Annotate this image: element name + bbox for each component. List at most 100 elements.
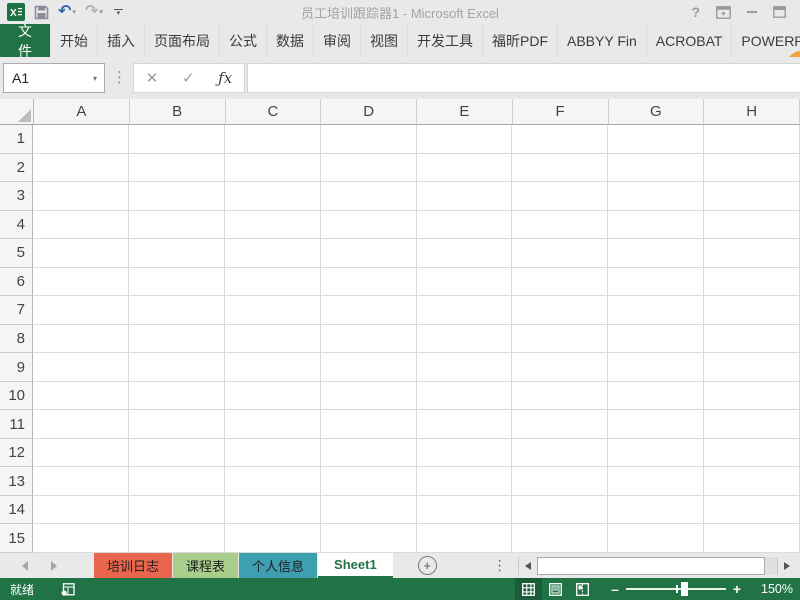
- cell[interactable]: [128, 125, 225, 154]
- ribbon-tab[interactable]: ACROBAT: [647, 24, 733, 57]
- cell[interactable]: [608, 524, 705, 553]
- save-icon[interactable]: [34, 5, 49, 20]
- scroll-left-button[interactable]: [519, 557, 537, 575]
- cell[interactable]: [608, 381, 705, 411]
- redo-button[interactable]: ↷ ▾: [85, 4, 103, 20]
- cell[interactable]: [128, 495, 225, 525]
- enter-icon[interactable]: ✓: [182, 69, 195, 87]
- row-header[interactable]: 10: [0, 381, 33, 411]
- cell[interactable]: [224, 210, 321, 240]
- cell[interactable]: [416, 410, 513, 439]
- cell[interactable]: [33, 410, 129, 439]
- page-layout-view-button[interactable]: [542, 578, 569, 600]
- zoom-out-button[interactable]: –: [608, 581, 622, 597]
- cell[interactable]: [33, 153, 129, 183]
- cell[interactable]: [416, 210, 513, 240]
- help-icon[interactable]: ?: [691, 4, 700, 20]
- cell[interactable]: [33, 324, 129, 354]
- sheet-tab[interactable]: 培训日志: [94, 553, 173, 578]
- cell[interactable]: [128, 296, 225, 325]
- cell[interactable]: [608, 296, 705, 325]
- name-box[interactable]: A1 ▾: [3, 63, 105, 93]
- cell[interactable]: [608, 239, 705, 268]
- cell[interactable]: [704, 524, 800, 553]
- cell[interactable]: [128, 324, 225, 354]
- cell[interactable]: [224, 296, 321, 325]
- cell[interactable]: [224, 381, 321, 411]
- select-all-button[interactable]: [0, 99, 34, 125]
- cell[interactable]: [33, 495, 129, 525]
- cell[interactable]: [320, 381, 417, 411]
- cell[interactable]: [608, 410, 705, 439]
- cell[interactable]: [128, 182, 225, 211]
- macro-record-icon[interactable]: [61, 582, 75, 596]
- column-header[interactable]: A: [34, 99, 130, 125]
- row-header[interactable]: 3: [0, 182, 33, 211]
- sheet-prev-icon[interactable]: [22, 560, 28, 571]
- cell[interactable]: [512, 210, 609, 240]
- cell[interactable]: [608, 324, 705, 354]
- ribbon-tab[interactable]: ABBYY Fin: [558, 24, 647, 57]
- cell[interactable]: [320, 267, 417, 297]
- maximize-icon[interactable]: [773, 6, 786, 18]
- normal-view-button[interactable]: [515, 578, 542, 600]
- zoom-slider[interactable]: [626, 578, 726, 600]
- cell[interactable]: [512, 125, 609, 154]
- cell[interactable]: [512, 182, 609, 211]
- row-header[interactable]: 8: [0, 324, 33, 354]
- cell[interactable]: [608, 153, 705, 183]
- cell[interactable]: [33, 467, 129, 496]
- cell[interactable]: [416, 381, 513, 411]
- cell[interactable]: [416, 353, 513, 382]
- column-header[interactable]: C: [225, 99, 322, 125]
- cell[interactable]: [33, 239, 129, 268]
- row-header[interactable]: 6: [0, 267, 33, 297]
- cell[interactable]: [224, 267, 321, 297]
- cell[interactable]: [33, 296, 129, 325]
- cell[interactable]: [33, 381, 129, 411]
- ribbon-tab[interactable]: 公式: [220, 24, 267, 57]
- cell[interactable]: [704, 125, 800, 154]
- name-box-dropdown-icon[interactable]: ▾: [93, 74, 104, 83]
- cell[interactable]: [33, 182, 129, 211]
- cell[interactable]: [704, 324, 800, 354]
- cell[interactable]: [320, 125, 417, 154]
- new-sheet-button[interactable]: +: [417, 556, 437, 575]
- ribbon-tab[interactable]: POWERPI: [732, 24, 800, 57]
- ribbon-display-options-icon[interactable]: [716, 5, 731, 19]
- tab-file[interactable]: 文件: [0, 24, 50, 57]
- customize-qat-icon[interactable]: ▾: [113, 8, 123, 17]
- cell[interactable]: [704, 410, 800, 439]
- cell[interactable]: [704, 153, 800, 183]
- cell[interactable]: [320, 438, 417, 468]
- cell[interactable]: [33, 438, 129, 468]
- horizontal-scrollbar-thumb[interactable]: [536, 556, 765, 575]
- formula-input[interactable]: [247, 63, 800, 93]
- cell[interactable]: [320, 153, 417, 183]
- zoom-in-button[interactable]: +: [730, 581, 744, 597]
- cell[interactable]: [128, 239, 225, 268]
- row-header[interactable]: 9: [0, 353, 33, 382]
- cell[interactable]: [512, 524, 609, 553]
- cell[interactable]: [704, 381, 800, 411]
- cell[interactable]: [320, 239, 417, 268]
- cell[interactable]: [320, 210, 417, 240]
- cell[interactable]: [224, 125, 321, 154]
- cell[interactable]: [608, 267, 705, 297]
- cell[interactable]: [320, 324, 417, 354]
- cell[interactable]: [128, 353, 225, 382]
- row-header[interactable]: 12: [0, 438, 33, 468]
- cell[interactable]: [33, 524, 129, 553]
- cell[interactable]: [704, 467, 800, 496]
- cancel-icon[interactable]: ✕: [146, 69, 159, 87]
- cell[interactable]: [512, 410, 609, 439]
- cell[interactable]: [704, 239, 800, 268]
- cell[interactable]: [512, 153, 609, 183]
- cell[interactable]: [128, 210, 225, 240]
- cell[interactable]: [704, 353, 800, 382]
- cell[interactable]: [224, 239, 321, 268]
- cell[interactable]: [416, 125, 513, 154]
- cell[interactable]: [512, 353, 609, 382]
- cell[interactable]: [608, 438, 705, 468]
- cell[interactable]: [416, 267, 513, 297]
